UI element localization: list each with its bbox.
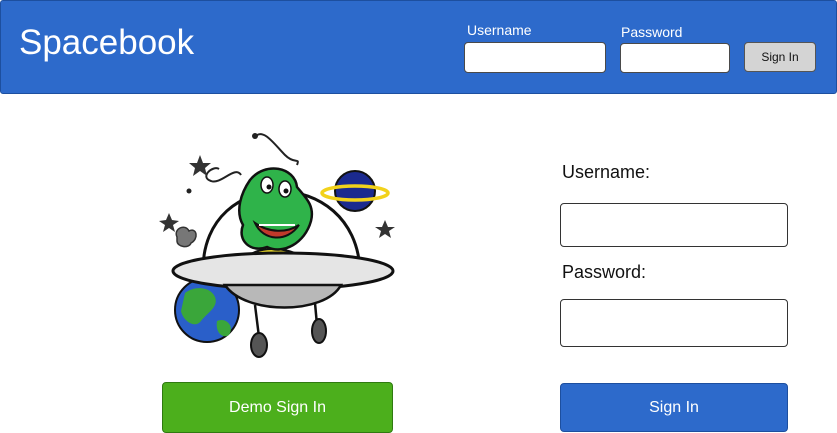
header-password-label: Password	[621, 24, 683, 40]
header-username-input[interactable]	[464, 42, 606, 73]
password-label: Password:	[562, 262, 647, 282]
header-username-label: Username	[467, 22, 532, 38]
alien-in-ufo-icon	[155, 125, 395, 365]
top-header: Spacebook Username Password Sign In	[0, 0, 837, 94]
sign-in-button[interactable]: Sign In	[560, 383, 788, 432]
username-input[interactable]	[560, 203, 788, 247]
header-password-input[interactable]	[620, 43, 730, 73]
demo-sign-in-button[interactable]: Demo Sign In	[162, 382, 393, 433]
site-logo[interactable]: Spacebook	[19, 23, 194, 63]
header-sign-in-button[interactable]: Sign In	[744, 42, 816, 72]
password-input[interactable]	[560, 299, 788, 347]
username-label: Username:	[562, 162, 651, 182]
